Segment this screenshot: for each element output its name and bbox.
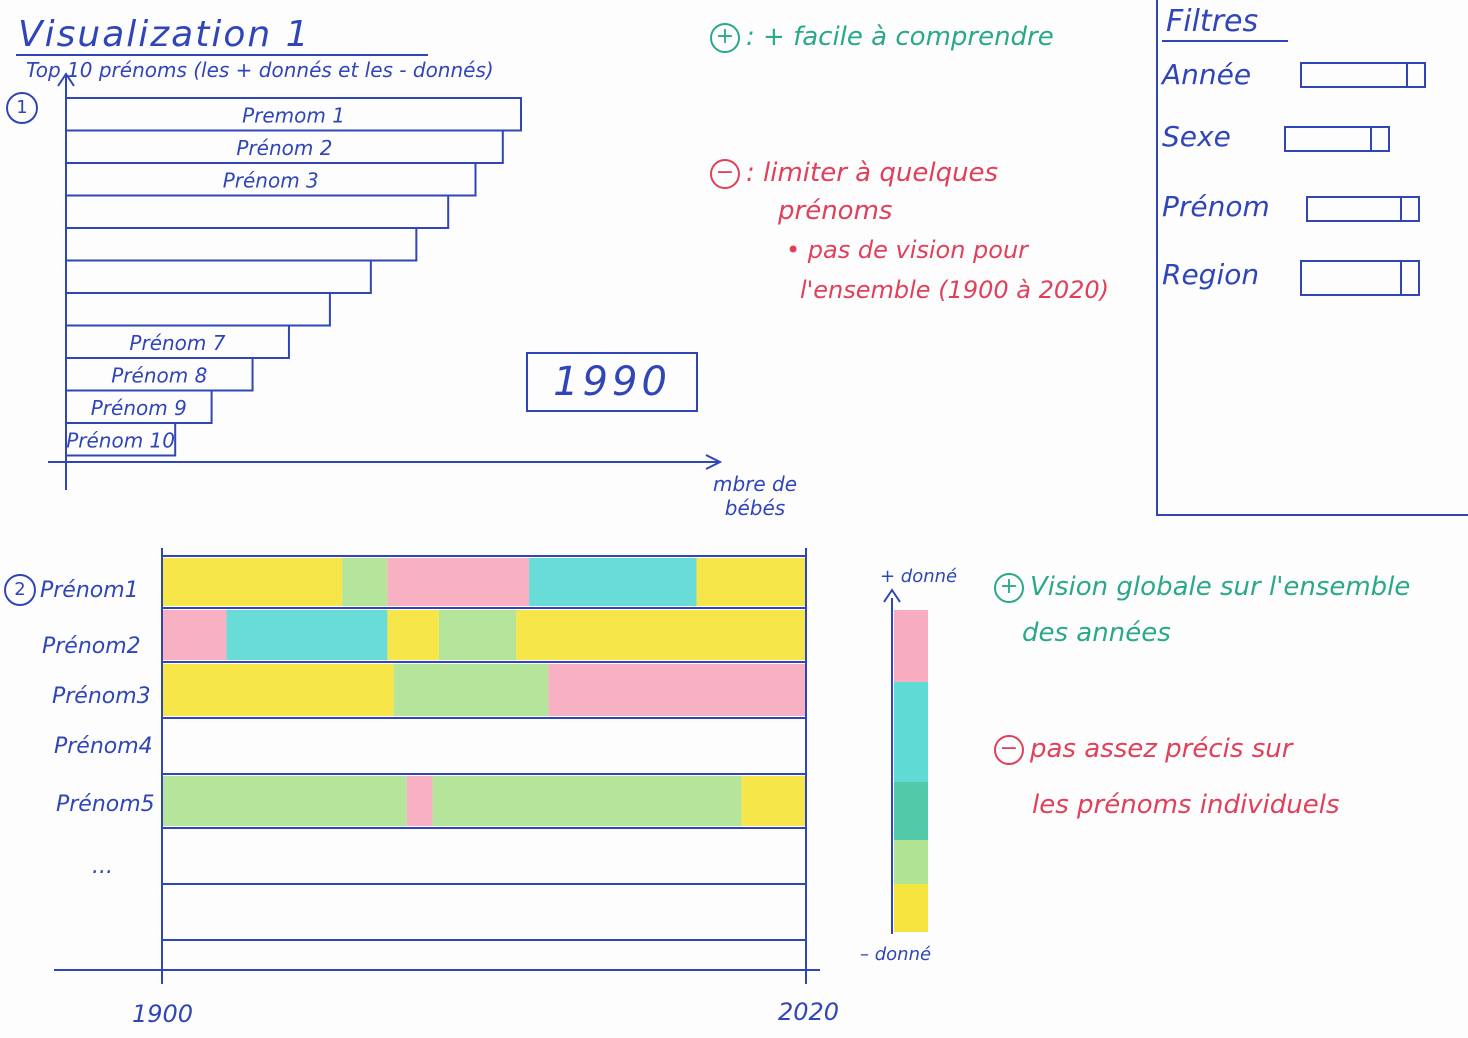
row-label: ... — [92, 854, 113, 879]
heatmap-cell — [516, 610, 806, 660]
minus-circle-icon: − — [994, 734, 1024, 765]
row-label: Prénom1 — [40, 578, 139, 603]
heatmap-cell — [162, 664, 394, 716]
row-label: Prénom3 — [52, 684, 151, 709]
viz2-pro-line2: des années — [1022, 618, 1171, 648]
heatmap-cell — [529, 558, 697, 606]
heatmap-cell — [406, 776, 433, 826]
heatmap-cell — [162, 610, 227, 660]
heatmap-cell — [387, 610, 439, 660]
viz2-con-note: − pas assez précis sur — [994, 734, 1292, 765]
legend-top-label: + donné — [880, 566, 958, 587]
viz2-con-line2: les prénoms individuels — [1032, 790, 1340, 820]
heatmap-cell — [696, 558, 806, 606]
x-axis-end-year: 2020 — [778, 998, 840, 1026]
viz2-pro-text: Vision globale sur l'ensemble — [1030, 572, 1411, 602]
x-axis-start-year: 1900 — [132, 1000, 194, 1028]
heatmap-cell — [393, 664, 549, 716]
viz2-con-text: pas assez précis sur — [1030, 734, 1293, 764]
plus-circle-icon: + — [994, 572, 1024, 603]
viz2-heatmap — [54, 548, 928, 984]
heatmap-cell — [162, 776, 407, 826]
row-label: Prénom5 — [56, 792, 155, 817]
legend-bottom-label: – donné — [860, 944, 932, 965]
heatmap-cell — [387, 558, 530, 606]
legend-swatch — [894, 682, 928, 782]
heatmap-cell — [548, 664, 806, 716]
legend-swatch — [894, 884, 928, 932]
viz2-pro-note: + Vision globale sur l'ensemble — [994, 572, 1410, 603]
row-label: Prénom4 — [54, 734, 153, 759]
heatmap-cell — [342, 558, 388, 606]
legend-swatch — [894, 610, 928, 682]
heatmap-cell — [432, 776, 742, 826]
heatmap-cell — [741, 776, 806, 826]
row-label: Prénom2 — [42, 634, 141, 659]
heatmap-cell — [438, 610, 517, 660]
legend-swatch — [894, 782, 928, 840]
legend-swatch — [894, 840, 928, 884]
heatmap-cell — [226, 610, 388, 660]
viz2-number-badge: 2 — [4, 574, 36, 606]
heatmap-cell — [162, 558, 343, 606]
